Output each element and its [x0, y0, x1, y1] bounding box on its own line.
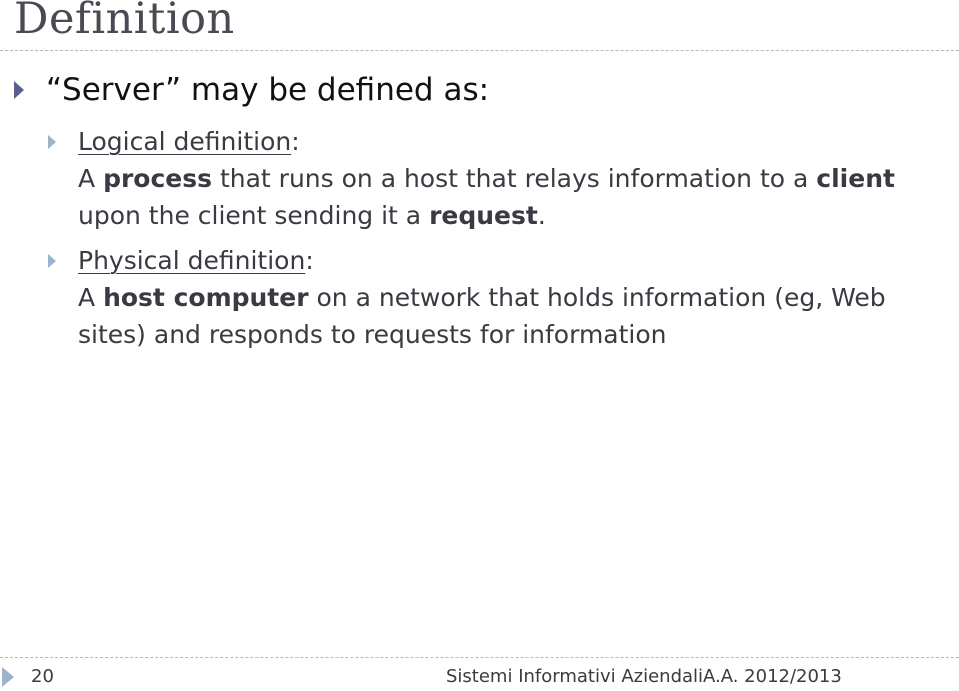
- logical-line-1: A process that runs on a host that relay…: [78, 160, 895, 197]
- academic-year: A.A. 2012/2013: [703, 666, 842, 687]
- physical-line-2: sites) and responds to requests for info…: [78, 320, 667, 349]
- footer-arrow-icon: [2, 667, 14, 687]
- sub-bullet-arrow-icon: [48, 134, 56, 149]
- text: on a network that holds information (eg,…: [308, 283, 886, 312]
- colon: :: [305, 246, 314, 275]
- text: that runs on a host that relays informat…: [212, 164, 817, 193]
- logical-line-2: upon the client sending it a request.: [78, 197, 895, 234]
- colon: :: [291, 127, 300, 156]
- bullet-arrow-icon: [14, 81, 24, 99]
- physical-line-1: A host computer on a network that holds …: [78, 279, 886, 316]
- term-request: request: [429, 201, 538, 230]
- term-process: process: [103, 164, 212, 193]
- logical-heading: Logical definition: [78, 127, 292, 156]
- footer-divider: [0, 657, 959, 658]
- term-host-computer: host computer: [103, 283, 309, 312]
- text: A: [78, 283, 104, 312]
- text: upon the client sending it a: [78, 201, 430, 230]
- logical-definition: Logical definition: A process that runs …: [48, 123, 895, 234]
- page-number: 20: [31, 666, 54, 687]
- footer: 20 Sistemi Informativi Aziendali A.A. 20…: [0, 662, 959, 691]
- text: .: [537, 201, 546, 230]
- term-client: client: [816, 164, 895, 193]
- text: A: [78, 164, 104, 193]
- physical-definition: Physical definition: A host computer on …: [48, 242, 886, 353]
- main-bullet: “Server” may be defined as:: [14, 72, 489, 108]
- physical-heading: Physical definition: [78, 246, 306, 275]
- sub-bullet-arrow-icon: [48, 253, 56, 268]
- title-divider: [0, 50, 959, 51]
- course-name: Sistemi Informativi Aziendali: [446, 666, 704, 687]
- main-bullet-text: “Server” may be defined as:: [46, 72, 490, 108]
- slide-title: Definition: [14, 0, 235, 44]
